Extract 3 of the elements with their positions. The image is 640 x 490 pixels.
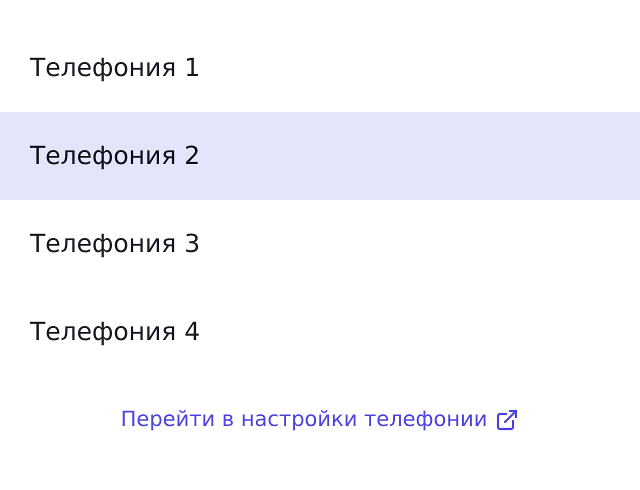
- list-item[interactable]: Телефония 2: [0, 112, 640, 200]
- external-link-icon: [495, 408, 520, 432]
- settings-link[interactable]: Перейти в настройки телефонии: [120, 404, 520, 436]
